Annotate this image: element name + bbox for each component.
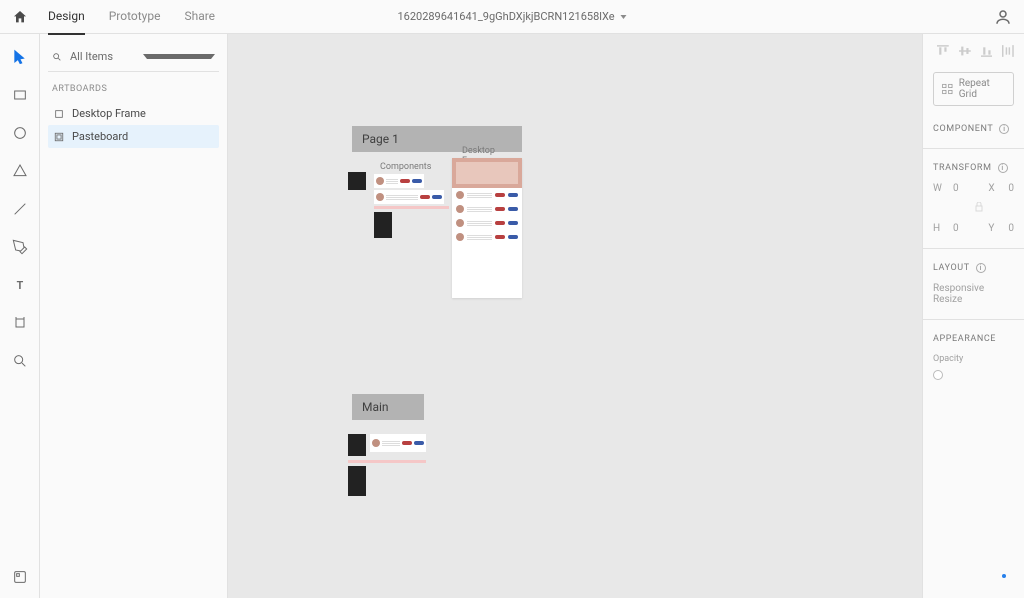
width-label: W (933, 183, 945, 194)
distribute-icon[interactable] (1002, 44, 1014, 58)
component-nav[interactable] (374, 212, 392, 238)
y-label: Y (988, 223, 1000, 234)
page-label-main[interactable]: Main (352, 394, 424, 420)
components-label: Components (380, 162, 431, 172)
height-label: H (933, 223, 945, 234)
inspector-panel: Repeat Grid COMPONENTi TRANSFORMi W 0 X … (922, 34, 1024, 598)
main-strip[interactable] (348, 460, 426, 463)
artboard-tool[interactable] (11, 314, 29, 332)
grid-icon (942, 83, 953, 95)
align-top-icon[interactable] (937, 44, 949, 58)
opacity-label: Opacity (933, 354, 1014, 364)
profile-icon[interactable] (994, 8, 1012, 26)
height-value[interactable]: 0 (953, 223, 959, 234)
tab-share[interactable]: Share (184, 0, 215, 35)
responsive-resize-label[interactable]: Responsive Resize (933, 283, 1014, 305)
artboard-desktop-frame[interactable] (452, 158, 522, 298)
top-bar: Design Prototype Share 1620289641641_9gG… (0, 0, 1024, 34)
main-nav[interactable] (348, 434, 366, 456)
component-card[interactable] (374, 190, 444, 204)
x-label: X (988, 183, 1000, 194)
polygon-tool[interactable] (11, 162, 29, 180)
component-strip[interactable] (374, 206, 449, 209)
repeat-grid-button[interactable]: Repeat Grid (933, 72, 1014, 106)
svg-text:T: T (16, 279, 23, 292)
opacity-slider[interactable] (933, 370, 943, 380)
text-tool[interactable]: T (11, 276, 29, 294)
rectangle-tool[interactable] (11, 86, 29, 104)
info-icon[interactable]: i (999, 124, 1009, 134)
component-nav[interactable] (348, 172, 366, 190)
ellipse-tool[interactable] (11, 124, 29, 142)
info-icon[interactable]: i (998, 163, 1008, 173)
search-placeholder: All Items (70, 50, 135, 63)
layout-section-header: LAYOUTi (933, 263, 1014, 273)
tab-design[interactable]: Design (48, 0, 85, 35)
lock-aspect-icon[interactable] (975, 202, 1014, 215)
main-card[interactable] (370, 434, 426, 452)
layers-section-header: ARTBOARDS (48, 84, 219, 102)
sync-indicator (1002, 574, 1006, 578)
search-icon (52, 52, 62, 62)
layer-item-desktop-frame[interactable]: Desktop Frame (48, 102, 219, 125)
appearance-section-header: APPEARANCE (933, 334, 1014, 344)
tab-prototype[interactable]: Prototype (109, 0, 161, 35)
layers-search[interactable]: All Items (48, 46, 219, 72)
info-icon[interactable]: i (976, 263, 986, 273)
transform-section-header: TRANSFORMi (933, 163, 1014, 173)
align-bottom-icon[interactable] (981, 44, 993, 58)
select-tool[interactable] (11, 48, 29, 66)
align-controls (933, 44, 1014, 58)
repeat-grid-label: Repeat Grid (959, 78, 1005, 100)
component-section-header: COMPONENTi (933, 124, 1014, 134)
zoom-tool[interactable] (11, 352, 29, 370)
chevron-down-icon (143, 54, 216, 59)
align-middle-icon[interactable] (959, 44, 971, 58)
pen-tool[interactable] (11, 238, 29, 256)
chevron-down-icon (621, 15, 627, 19)
home-icon[interactable] (12, 9, 28, 25)
tool-strip: T (0, 34, 40, 598)
width-value[interactable]: 0 (953, 183, 959, 194)
y-value[interactable]: 0 (1008, 223, 1014, 234)
x-value[interactable]: 0 (1008, 183, 1014, 194)
component-card[interactable] (374, 174, 424, 188)
layer-label: Desktop Frame (72, 107, 146, 120)
line-tool[interactable] (11, 200, 29, 218)
document-title[interactable]: 1620289641641_9gGhDXjkjBCRN121658lXe (397, 10, 626, 23)
layer-label: Pasteboard (72, 130, 128, 143)
canvas[interactable]: Page 1 Components Desktop Frame Main (228, 34, 922, 598)
document-title-text: 1620289641641_9gGhDXjkjBCRN121658lXe (397, 10, 614, 23)
assets-icon[interactable] (11, 568, 29, 586)
pasteboard-icon (54, 132, 64, 142)
layers-panel: All Items ARTBOARDS Desktop Frame Pasteb… (40, 34, 228, 598)
main-nav[interactable] (348, 466, 366, 496)
mode-tabs: Design Prototype Share (48, 0, 215, 35)
layer-item-pasteboard[interactable]: Pasteboard (48, 125, 219, 148)
artboard-icon (54, 109, 64, 119)
